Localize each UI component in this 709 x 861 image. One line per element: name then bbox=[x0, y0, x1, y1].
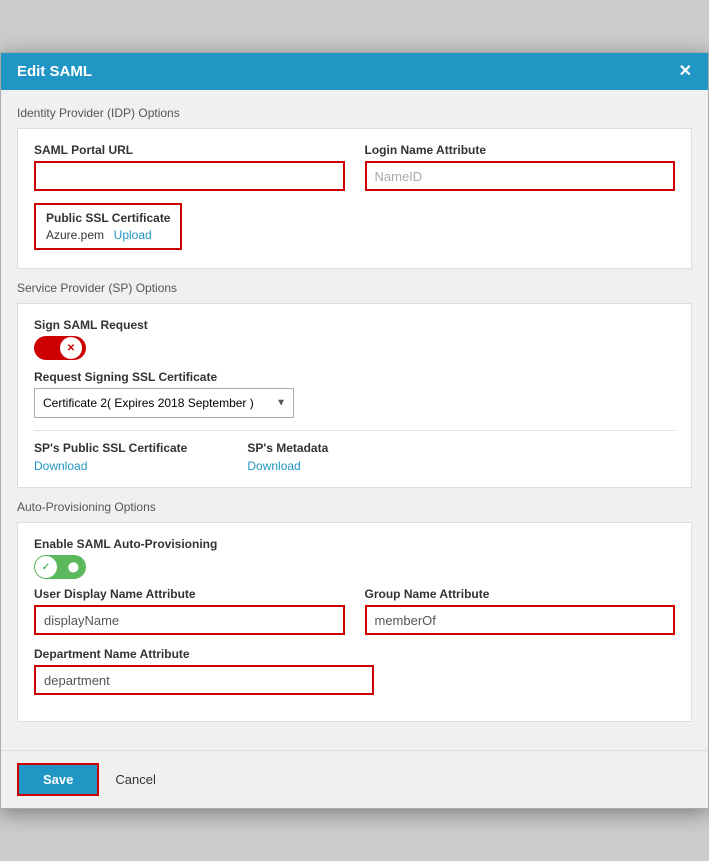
sign-saml-request-label: Sign SAML Request bbox=[34, 318, 675, 332]
auto-prov-section-title: Auto-Provisioning Options bbox=[17, 500, 692, 514]
login-name-attribute-group: Login Name Attribute bbox=[365, 143, 676, 191]
request-signing-ssl-label: Request Signing SSL Certificate bbox=[34, 370, 675, 384]
close-button[interactable]: ✕ bbox=[679, 64, 692, 80]
idp-section-box: SAML Portal URL Login Name Attribute Pub… bbox=[17, 128, 692, 269]
sign-saml-toggle[interactable]: ✕ bbox=[34, 336, 86, 360]
sp-public-ssl-col: SP's Public SSL Certificate Download bbox=[34, 441, 187, 473]
department-name-group: Department Name Attribute bbox=[34, 647, 374, 695]
edit-saml-modal: Edit SAML ✕ Identity Provider (IDP) Opti… bbox=[0, 52, 709, 809]
cancel-button[interactable]: Cancel bbox=[115, 772, 155, 787]
request-signing-ssl-group: Certificate 2( Expires 2018 September ) … bbox=[34, 388, 675, 418]
sign-saml-toggle-container: ✕ bbox=[34, 336, 675, 360]
saml-portal-url-group: SAML Portal URL bbox=[34, 143, 345, 191]
modal-footer: Save Cancel bbox=[1, 750, 708, 808]
sp-public-ssl-label: SP's Public SSL Certificate bbox=[34, 441, 187, 455]
upload-link[interactable]: Upload bbox=[114, 228, 152, 242]
group-name-attribute-input[interactable] bbox=[365, 605, 676, 635]
save-button[interactable]: Save bbox=[17, 763, 99, 796]
modal-title: Edit SAML bbox=[17, 63, 92, 80]
enable-toggle-knob: ✓ bbox=[35, 556, 57, 578]
group-name-attribute-group: Group Name Attribute bbox=[365, 587, 676, 635]
auto-prov-row1: User Display Name Attribute Group Name A… bbox=[34, 587, 675, 635]
sp-divider bbox=[34, 430, 675, 431]
idp-form-row: SAML Portal URL Login Name Attribute bbox=[34, 143, 675, 191]
user-display-name-label: User Display Name Attribute bbox=[34, 587, 345, 601]
modal-body: Identity Provider (IDP) Options SAML Por… bbox=[1, 90, 708, 750]
request-signing-ssl-select-wrapper: Certificate 2( Expires 2018 September ) … bbox=[34, 388, 294, 418]
login-name-attribute-label: Login Name Attribute bbox=[365, 143, 676, 157]
sp-public-ssl-download-link[interactable]: Download bbox=[34, 459, 187, 473]
auto-prov-section-box: Enable SAML Auto-Provisioning ✓ ⬤ User D… bbox=[17, 522, 692, 722]
ssl-certificate-box: Public SSL Certificate Azure.pem Upload bbox=[34, 203, 182, 250]
sp-section-title: Service Provider (SP) Options bbox=[17, 281, 692, 295]
enable-saml-toggle[interactable]: ✓ ⬤ bbox=[34, 555, 86, 579]
sp-metadata-col: SP's Metadata Download bbox=[247, 441, 328, 473]
sp-metadata-label: SP's Metadata bbox=[247, 441, 328, 455]
group-name-attribute-label: Group Name Attribute bbox=[365, 587, 676, 601]
user-display-name-input[interactable] bbox=[34, 605, 345, 635]
enable-toggle-check-icon: ✓ bbox=[42, 562, 50, 573]
toggle-x-icon: ✕ bbox=[67, 343, 75, 354]
enable-toggle-circle-icon: ⬤ bbox=[68, 562, 79, 573]
ssl-cert-filename: Azure.pem bbox=[46, 228, 104, 242]
saml-portal-url-input[interactable] bbox=[34, 161, 345, 191]
request-signing-ssl-select[interactable]: Certificate 2( Expires 2018 September ) bbox=[34, 388, 294, 418]
department-name-input[interactable] bbox=[34, 665, 374, 695]
department-name-label: Department Name Attribute bbox=[34, 647, 374, 661]
sp-links-row: SP's Public SSL Certificate Download SP'… bbox=[34, 441, 675, 473]
saml-portal-url-label: SAML Portal URL bbox=[34, 143, 345, 157]
user-display-name-group: User Display Name Attribute bbox=[34, 587, 345, 635]
ssl-cert-file-row: Azure.pem Upload bbox=[46, 227, 170, 242]
idp-section-title: Identity Provider (IDP) Options bbox=[17, 106, 692, 120]
login-name-attribute-input[interactable] bbox=[365, 161, 676, 191]
ssl-cert-label: Public SSL Certificate bbox=[46, 211, 170, 225]
modal-header: Edit SAML ✕ bbox=[1, 53, 708, 90]
enable-saml-toggle-container: ✓ ⬤ bbox=[34, 555, 675, 579]
enable-saml-label: Enable SAML Auto-Provisioning bbox=[34, 537, 675, 551]
sp-metadata-download-link[interactable]: Download bbox=[247, 459, 328, 473]
sp-section-box: Sign SAML Request ✕ Request Signing SSL … bbox=[17, 303, 692, 488]
auto-prov-row2: Department Name Attribute bbox=[34, 647, 675, 695]
toggle-knob: ✕ bbox=[60, 337, 82, 359]
